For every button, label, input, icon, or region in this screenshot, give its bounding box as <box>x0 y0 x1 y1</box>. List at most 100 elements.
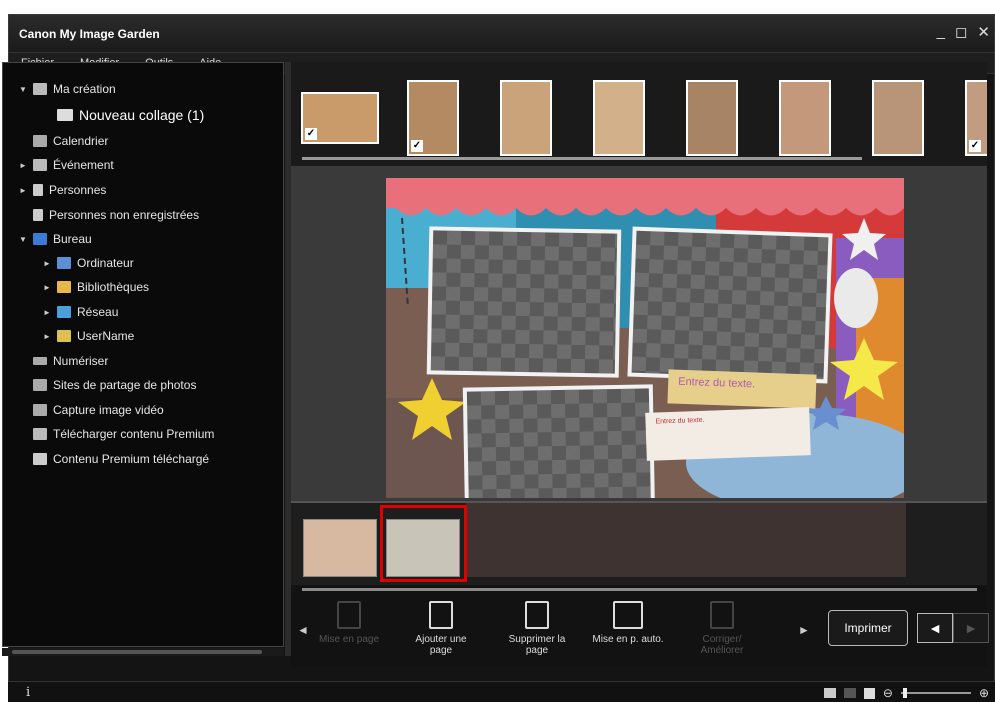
view-mode-icon[interactable] <box>823 688 836 698</box>
close-button[interactable]: ✕ <box>977 23 990 41</box>
expand-arrow[interactable]: ► <box>17 161 29 170</box>
print-button[interactable]: Imprimer <box>828 610 908 646</box>
minimize-button[interactable]: _ <box>937 23 945 41</box>
photo-thumbnail[interactable] <box>593 80 645 156</box>
expand-arrow[interactable]: ▼ <box>17 235 29 244</box>
text-box-small[interactable]: Entrez du texte. <box>645 407 811 461</box>
photo-thumbnail[interactable]: ✓ <box>965 80 987 156</box>
collage-icon <box>57 109 73 121</box>
photo-thumbnail[interactable]: ✓ <box>407 80 459 156</box>
delete-page-button[interactable]: Supprimer la page <box>501 601 573 656</box>
maximize-button[interactable]: ◻ <box>955 23 967 41</box>
sidebar-item-numeriser[interactable]: Numériser <box>29 351 108 371</box>
photo-thumbnail[interactable] <box>500 80 552 156</box>
toolbar-prev-arrow[interactable]: ◄ <box>297 623 309 637</box>
sidebar-item-contenu-premium[interactable]: Contenu Premium téléchargé <box>29 449 209 469</box>
computer-icon <box>57 257 71 269</box>
auto-layout-button[interactable]: Mise en p. auto. <box>592 601 664 645</box>
sidebar-item-bibliotheques[interactable]: ► Bibliothèques <box>41 277 149 297</box>
collage-canvas[interactable]: Entrez du texte. Entrez du texte. <box>386 178 904 498</box>
sidebar-item-label: Bibliothèques <box>77 280 150 294</box>
photo-thumbnail[interactable] <box>779 80 831 156</box>
add-page-label: Ajouter une page <box>415 634 467 656</box>
photo-frame[interactable] <box>627 226 833 384</box>
auto-layout-icon <box>613 601 643 629</box>
sidebar-item-label: Contenu Premium téléchargé <box>53 452 210 466</box>
page-thumbnail-1[interactable] <box>303 519 377 577</box>
sidebar-scrollbar[interactable] <box>2 648 284 656</box>
delete-page-icon <box>525 601 549 629</box>
check-icon[interactable]: ✓ <box>411 140 423 152</box>
sidebar-item-label: Événement <box>53 158 114 172</box>
expand-arrow[interactable]: ► <box>41 259 53 268</box>
text-box-large[interactable]: Entrez du texte. <box>667 369 817 409</box>
video-capture-icon <box>33 404 47 416</box>
sidebar-item-label: Télécharger contenu Premium <box>53 427 215 441</box>
sidebar-item-sites-partage[interactable]: Sites de partage de photos <box>29 375 196 395</box>
photo-strip-scrollbar[interactable] <box>296 155 986 162</box>
library-icon <box>57 281 71 293</box>
page-nav: ◄ ► <box>917 613 989 643</box>
zoom-in-icon[interactable]: ⊕ <box>979 686 989 700</box>
view-mode-alt-icon[interactable] <box>843 688 856 698</box>
scrollbar-thumb[interactable] <box>12 650 262 654</box>
sidebar-item-nouveau-collage[interactable]: Nouveau collage (1) <box>53 105 205 125</box>
sidebar-item-telecharger-premium[interactable]: Télécharger contenu Premium <box>29 424 214 444</box>
layout-button[interactable]: Mise en page <box>313 601 385 645</box>
sidebar-item-personnes-non-enregistrees[interactable]: Personnes non enregistrées <box>29 205 199 225</box>
sidebar: ▼ Ma création Nouveau collage (1) Calend… <box>2 62 284 647</box>
sidebar-item-label: Sites de partage de photos <box>53 378 197 392</box>
sidebar-item-bureau[interactable]: ▼ Bureau <box>17 229 92 249</box>
sidebar-item-capture-video[interactable]: Capture image vidéo <box>29 400 164 420</box>
window-controls: _ ◻ ✕ <box>937 23 990 41</box>
photo-frame[interactable] <box>462 384 656 498</box>
photo-thumbnail[interactable]: ✓ <box>301 92 379 144</box>
zoom-slider-knob[interactable] <box>902 688 907 698</box>
sidebar-item-label: Ordinateur <box>77 256 134 270</box>
fit-view-icon[interactable] <box>863 687 875 699</box>
expand-arrow[interactable]: ► <box>41 283 53 292</box>
zoom-out-icon[interactable]: ⊖ <box>883 686 893 700</box>
photo-thumbnail[interactable] <box>686 80 738 156</box>
expand-arrow[interactable]: ► <box>41 308 53 317</box>
sidebar-item-evenement[interactable]: ► Événement <box>17 155 114 175</box>
prev-page-button[interactable]: ◄ <box>917 613 953 643</box>
photo-frame[interactable] <box>426 226 622 378</box>
check-icon[interactable]: ✓ <box>305 128 317 140</box>
info-icon[interactable]: i <box>26 685 30 700</box>
toolbar-next-arrow[interactable]: ► <box>798 623 810 637</box>
status-bar: i ⊖ ⊕ <box>8 681 995 702</box>
scrollbar-thumb[interactable] <box>302 157 862 160</box>
correct-enhance-icon <box>710 601 734 629</box>
network-icon <box>57 306 71 318</box>
check-icon[interactable]: ✓ <box>969 140 981 152</box>
layout-icon <box>337 601 361 629</box>
selected-page-highlight <box>380 505 467 582</box>
sidebar-item-reseau[interactable]: ► Réseau <box>41 302 118 322</box>
sidebar-item-label: Personnes non enregistrées <box>49 208 200 222</box>
add-page-icon <box>429 601 453 629</box>
sidebar-item-username[interactable]: ► UserName <box>41 326 134 346</box>
zoom-controls: ⊖ ⊕ <box>823 686 989 700</box>
photo-thumbnail[interactable] <box>872 80 924 156</box>
next-page-button[interactable]: ► <box>953 613 989 643</box>
sidebar-item-ordinateur[interactable]: ► Ordinateur <box>41 253 134 273</box>
expand-arrow[interactable]: ▼ <box>17 85 29 94</box>
sidebar-item-label: Nouveau collage (1) <box>79 107 205 123</box>
scrollbar-thumb[interactable] <box>302 588 977 591</box>
expand-arrow[interactable]: ► <box>17 186 29 195</box>
user-folder-icon <box>57 330 71 342</box>
desktop-icon <box>33 233 47 245</box>
sidebar-item-personnes[interactable]: ► Personnes <box>17 180 106 200</box>
download-premium-icon <box>33 428 47 440</box>
correct-enhance-button[interactable]: Corriger/ Améliorer <box>686 601 758 656</box>
pages-scrollbar[interactable] <box>296 586 986 593</box>
sidebar-item-ma-creation[interactable]: ▼ Ma création <box>17 79 116 99</box>
sidebar-item-calendrier[interactable]: Calendrier <box>29 131 108 151</box>
person-unregistered-icon <box>33 209 43 221</box>
title-bar: Canon My Image Garden _ ◻ ✕ <box>9 15 994 52</box>
creation-icon <box>33 83 47 95</box>
add-page-button[interactable]: Ajouter une page <box>405 601 477 656</box>
expand-arrow[interactable]: ► <box>41 332 53 341</box>
zoom-slider[interactable] <box>900 688 971 698</box>
